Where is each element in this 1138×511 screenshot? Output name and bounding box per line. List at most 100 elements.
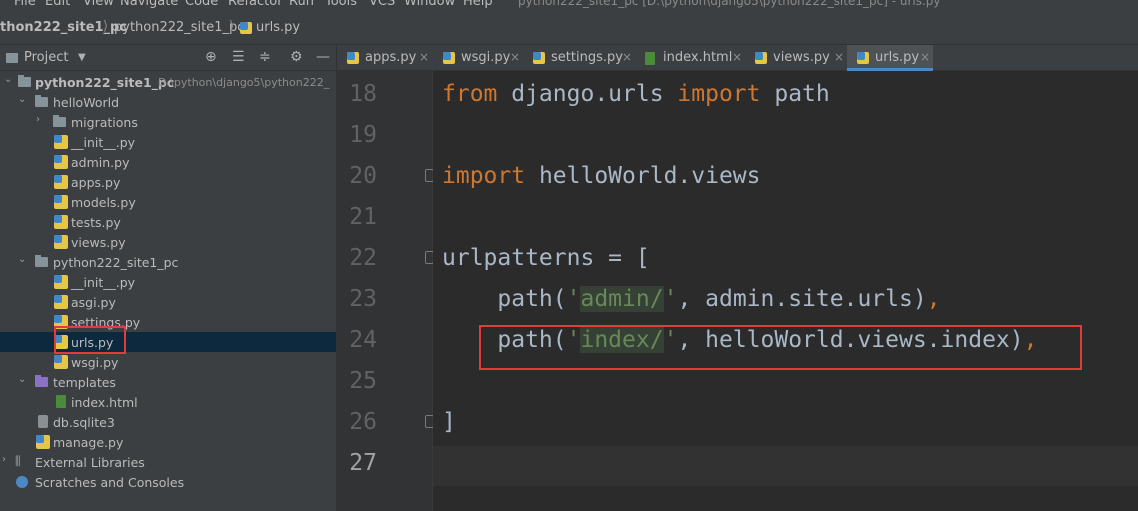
minimize-icon[interactable]: —: [316, 49, 330, 65]
project-panel: Project ▼ ⊕ ☰ ≑ ⚙ — ⌄ python222_site1_pc…: [0, 45, 337, 511]
line-number: 23: [349, 286, 377, 312]
close-icon[interactable]: ×: [510, 50, 520, 64]
tree-item-label: index.html: [71, 395, 138, 410]
tab-apps[interactable]: apps.py ×: [337, 45, 433, 71]
python-file-icon: [54, 235, 68, 249]
tree-item-external-libraries[interactable]: › ⫼ External Libraries: [0, 452, 336, 472]
tree-item-urls[interactable]: urls.py: [0, 332, 336, 352]
python-file-icon: [54, 275, 68, 289]
menu-edit[interactable]: Edit: [45, 0, 70, 10]
python-file-icon: [54, 175, 68, 189]
chevron-down-icon[interactable]: ⌄: [18, 94, 26, 105]
tree-item-views[interactable]: views.py: [0, 232, 336, 252]
gear-icon[interactable]: ⚙: [290, 49, 303, 65]
tab-label: apps.py: [365, 50, 417, 65]
tree-item-label: views.py: [71, 235, 126, 250]
tree-item-hw-init[interactable]: __init__.py: [0, 132, 336, 152]
python-file-icon: [54, 135, 68, 149]
menu-refactor[interactable]: Refactor: [228, 0, 283, 10]
tree-item-label: admin.py: [71, 155, 130, 170]
tab-index-html[interactable]: index.html ×: [635, 45, 745, 71]
close-icon[interactable]: ×: [419, 50, 429, 64]
python-file-icon: [857, 52, 869, 64]
line-number: 25: [349, 368, 377, 394]
tree-item-migrations[interactable]: › migrations: [0, 112, 336, 132]
chevron-right-icon[interactable]: ›: [2, 454, 6, 465]
tree-item-label: apps.py: [71, 175, 121, 190]
project-panel-title[interactable]: Project: [24, 50, 68, 65]
menu-help[interactable]: Help: [463, 0, 493, 10]
tree-item-models[interactable]: models.py: [0, 192, 336, 212]
chevron-down-icon[interactable]: ⌄: [18, 254, 26, 265]
tab-label: settings.py: [551, 50, 623, 65]
tree-item-db[interactable]: db.sqlite3: [0, 412, 336, 432]
menu-file[interactable]: File: [14, 0, 36, 10]
collapse-icon[interactable]: ☰: [232, 49, 245, 65]
code-line-23: path('admin/', admin.site.urls),: [442, 286, 941, 312]
python-file-icon: [54, 155, 68, 169]
tab-label: views.py: [773, 50, 830, 65]
tree-item-scratches[interactable]: Scratches and Consoles: [0, 472, 336, 492]
close-icon[interactable]: ×: [834, 50, 844, 64]
menu-run[interactable]: Run: [289, 0, 314, 10]
tree-item-apps[interactable]: apps.py: [0, 172, 336, 192]
menu-window[interactable]: Window: [404, 0, 455, 10]
tree-item-label: wsgi.py: [71, 355, 119, 370]
tree-item-wsgi[interactable]: wsgi.py: [0, 352, 336, 372]
tree-item-manage[interactable]: manage.py: [0, 432, 336, 452]
python-file-icon: [443, 52, 455, 64]
tree-item-admin[interactable]: admin.py: [0, 152, 336, 172]
python-file-icon: [347, 52, 359, 64]
tree-item-templates[interactable]: ⌄ templates: [0, 372, 336, 392]
folder-icon: [6, 53, 18, 63]
breadcrumb-file[interactable]: urls.py: [256, 20, 300, 35]
breadcrumb: thon222_site1_pc ⟩ python222_site1_pc ⟩ …: [0, 10, 1138, 45]
tree-item-index-html[interactable]: index.html: [0, 392, 336, 412]
code-line-26: ]: [442, 409, 456, 435]
close-icon[interactable]: ×: [622, 50, 632, 64]
menu-vcs[interactable]: VCS: [369, 0, 395, 10]
window-title: python222_site1_pc [D:\python\django5\py…: [518, 0, 941, 8]
tree-item-helloworld[interactable]: ⌄ helloWorld: [0, 92, 336, 112]
tree-item-label: migrations: [71, 115, 138, 130]
menu-view[interactable]: View: [83, 0, 114, 10]
tree-item-tests[interactable]: tests.py: [0, 212, 336, 232]
globe-icon[interactable]: ⊕: [205, 49, 217, 65]
tree-item-pkg-init[interactable]: __init__.py: [0, 272, 336, 292]
python-file-icon: [533, 52, 545, 64]
close-icon[interactable]: ×: [920, 50, 930, 64]
tree-item-label: manage.py: [53, 435, 124, 450]
tab-urls[interactable]: urls.py ×: [847, 45, 933, 71]
menu-navigate[interactable]: Navigate: [120, 0, 178, 10]
tree-item-label: tests.py: [71, 215, 121, 230]
line-number: 27: [349, 450, 377, 476]
code-editor[interactable]: from django.urls import path import hell…: [433, 71, 1138, 511]
chevron-right-icon[interactable]: ›: [36, 114, 40, 125]
python-file-icon: [36, 435, 50, 449]
menu-tools[interactable]: Tools: [325, 0, 357, 10]
menu-code[interactable]: Code: [185, 0, 218, 10]
code-line-22: urlpatterns = [: [442, 245, 650, 271]
chevron-down-icon[interactable]: ⌄: [18, 374, 26, 385]
tree-item-root[interactable]: ⌄ python222_site1_pc D:\python\django5\p…: [0, 72, 336, 92]
chevron-down-icon[interactable]: ▼: [78, 52, 86, 63]
library-icon: ⫼: [15, 454, 21, 468]
tree-item-settings[interactable]: settings.py: [0, 312, 336, 332]
project-panel-toolbar: Project ▼ ⊕ ☰ ≑ ⚙ —: [0, 45, 336, 71]
tab-views[interactable]: views.py ×: [745, 45, 847, 71]
chevron-right-icon: ⟩: [229, 19, 235, 34]
tree-item-asgi[interactable]: asgi.py: [0, 292, 336, 312]
tab-settings[interactable]: settings.py ×: [523, 45, 635, 71]
close-icon[interactable]: ×: [732, 50, 742, 64]
tab-label: urls.py: [875, 50, 920, 65]
chevron-down-icon[interactable]: ⌄: [4, 74, 12, 85]
tree-item-pkg[interactable]: ⌄ python222_site1_pc: [0, 252, 336, 272]
tree-item-label: helloWorld: [53, 95, 120, 110]
expand-icon[interactable]: ≑: [259, 49, 271, 65]
tab-wsgi[interactable]: wsgi.py ×: [433, 45, 523, 71]
line-number: 21: [349, 204, 377, 230]
breadcrumb-folder[interactable]: python222_site1_pc: [114, 20, 244, 35]
menu-bar: File Edit View Navigate Code Refactor Ru…: [0, 0, 1138, 10]
tree-item-label: python222_site1_pc: [53, 255, 179, 270]
line-number: 24: [349, 327, 377, 353]
